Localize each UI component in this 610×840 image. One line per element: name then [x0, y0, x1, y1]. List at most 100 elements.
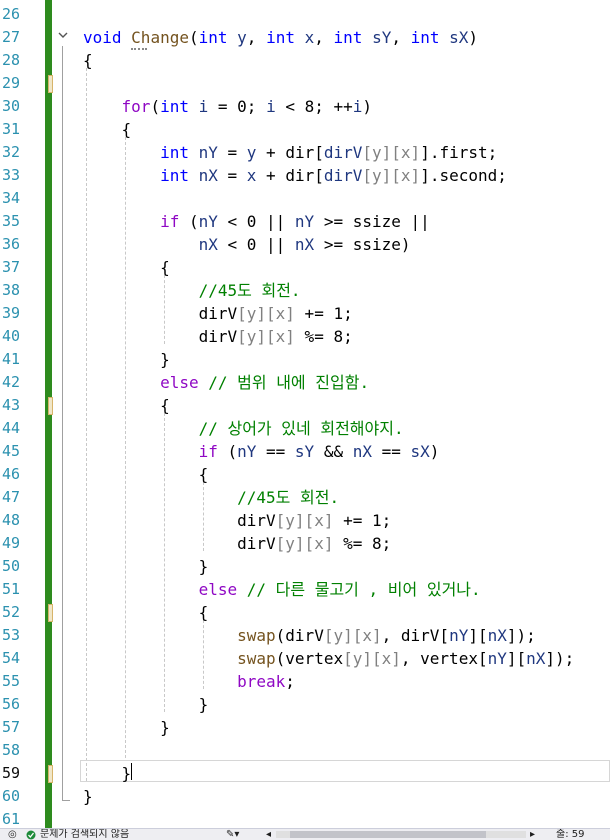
line-number: 31 [1, 120, 20, 138]
code-line[interactable]: 57 } [0, 716, 610, 739]
code-line[interactable]: 33 int nX = x + dir[dirV[y][x]].second; [0, 164, 610, 187]
line-code[interactable]: { [83, 601, 209, 624]
code-token: { [83, 258, 170, 277]
line-code[interactable]: swap(vertex[y][x], vertex[nY][nX]); [83, 647, 574, 670]
line-code[interactable]: nX < 0 || nX >= ssize) [83, 233, 411, 256]
code-token: } [83, 350, 170, 369]
code-line[interactable]: 55 break; [0, 670, 610, 693]
code-line[interactable]: 36 nX < 0 || nX >= ssize) [0, 233, 610, 256]
code-line[interactable]: 48 dirV[y][x] += 1; [0, 509, 610, 532]
code-editor[interactable]: 26 27 void Change(int y, int x, int sY, in… [0, 0, 610, 828]
line-code[interactable]: dirV[y][x] += 1; [83, 302, 353, 325]
code-token: i [266, 97, 276, 116]
line-code[interactable]: { [83, 256, 170, 279]
code-token: break [237, 672, 286, 691]
code-line[interactable]: 32 int nY = y + dir[dirV[y][x]].first; [0, 141, 610, 164]
code-token: ][ [506, 649, 527, 668]
code-line[interactable]: 47 //45도 회전. [0, 486, 610, 509]
line-code[interactable]: if (nY < 0 || nY >= ssize || [83, 210, 430, 233]
code-token: int [333, 28, 363, 47]
line-number: 56 [1, 695, 20, 713]
line-code[interactable]: int nX = x + dir[dirV[y][x]].second; [83, 164, 507, 187]
horizontal-scrollbar[interactable] [276, 831, 526, 838]
line-code[interactable]: //45도 회전. [83, 279, 301, 302]
line-code[interactable]: void Change(int y, int x, int sY, int sX… [83, 26, 478, 49]
issues-status-text[interactable]: 문제가 검색되지 않음 [40, 829, 129, 840]
line-code[interactable]: { [83, 394, 170, 417]
line-code[interactable]: int nY = y + dir[dirV[y][x]].first; [83, 141, 497, 164]
code-line[interactable]: 54 swap(vertex[y][x], vertex[nY][nX]); [0, 647, 610, 670]
scrollbar-thumb[interactable] [290, 831, 486, 838]
code-line[interactable]: 30 for(int i = 0; i < 8; ++i) [0, 95, 610, 118]
line-code[interactable]: } [83, 785, 93, 808]
code-token: ) [468, 28, 479, 47]
code-token: i [352, 97, 363, 116]
code-line[interactable]: 59 } [0, 762, 610, 785]
code-line[interactable]: 41 } [0, 348, 610, 371]
line-code[interactable]: } [83, 716, 170, 739]
line-code[interactable]: if (nY == sY && nX == sX) [83, 440, 440, 463]
line-code[interactable]: else // 범위 내에 진입함. [83, 371, 369, 394]
code-token: += 1; [333, 511, 392, 530]
code-line[interactable]: 42 else // 범위 내에 진입함. [0, 371, 610, 394]
error-list-icon[interactable]: ◎ [8, 829, 17, 840]
line-code[interactable]: break; [83, 670, 295, 693]
scroll-left-icon[interactable]: ◂ [266, 829, 271, 840]
code-line[interactable]: 51 else // 다른 물고기 , 비어 있거나. [0, 578, 610, 601]
code-line[interactable]: 45 if (nY == sY && nX == sX) [0, 440, 610, 463]
code-line[interactable]: 28 { [0, 49, 610, 72]
code-cleanup-icon[interactable]: ✎▾ [226, 829, 239, 840]
code-line[interactable]: 40 dirV[y][x] %= 8; [0, 325, 610, 348]
code-line[interactable]: 34 [0, 187, 610, 210]
line-code[interactable]: } [83, 348, 170, 371]
line-number: 39 [1, 304, 20, 322]
code-line[interactable]: 60} [0, 785, 610, 808]
line-code[interactable]: { [83, 463, 209, 486]
status-check-icon [26, 829, 40, 840]
line-code[interactable]: else // 다른 물고기 , 비어 있거나. [83, 578, 481, 601]
scroll-right-icon[interactable]: ▸ [530, 829, 535, 840]
code-line[interactable]: 52 { [0, 601, 610, 624]
line-number: 30 [1, 97, 20, 115]
code-token: nY [198, 143, 218, 162]
code-line[interactable]: 27 void Change(int y, int x, int sY, int … [0, 26, 610, 49]
code-line[interactable]: 35 if (nY < 0 || nY >= ssize || [0, 210, 610, 233]
code-line[interactable]: 37 { [0, 256, 610, 279]
code-token: (dirV [275, 626, 324, 645]
code-line[interactable]: 38 //45도 회전. [0, 279, 610, 302]
line-number: 49 [1, 534, 20, 552]
code-line[interactable]: 49 dirV[y][x] %= 8; [0, 532, 610, 555]
line-code[interactable]: for(int i = 0; i < 8; ++i) [83, 95, 373, 118]
line-code[interactable]: //45도 회전. [83, 486, 339, 509]
line-code[interactable]: { [83, 118, 132, 141]
line-code[interactable]: } [83, 693, 209, 716]
code-line[interactable]: 56 } [0, 693, 610, 716]
code-line[interactable]: 31 { [0, 118, 610, 141]
code-line[interactable]: 58 [0, 739, 610, 762]
code-line[interactable]: 44 // 상어가 있네 회전해야지. [0, 417, 610, 440]
code-token: = 0; [208, 97, 267, 116]
line-indicator: 줄: 59 [556, 829, 585, 840]
line-code[interactable]: } [83, 762, 132, 785]
code-line[interactable]: 39 dirV[y][x] += 1; [0, 302, 610, 325]
code-line[interactable]: 50 } [0, 555, 610, 578]
line-code[interactable]: // 상어가 있네 회전해야지. [83, 417, 404, 440]
line-code[interactable]: } [83, 555, 209, 578]
code-line[interactable]: 53 swap(dirV[y][x], dirV[nY][nX]); [0, 624, 610, 647]
line-code[interactable]: swap(dirV[y][x], dirV[nY][nX]); [83, 624, 536, 647]
line-code[interactable]: dirV[y][x] %= 8; [83, 325, 353, 348]
line-code[interactable]: { [83, 49, 93, 72]
code-token: //45도 회전. [237, 488, 340, 507]
line-code[interactable]: dirV[y][x] %= 8; [83, 532, 391, 555]
code-line[interactable]: 26 [0, 3, 610, 26]
code-token: } [83, 718, 170, 737]
code-line[interactable]: 61 [0, 808, 610, 828]
code-line[interactable]: 43 { [0, 394, 610, 417]
code-line[interactable]: 29 [0, 72, 610, 95]
line-code[interactable]: dirV[y][x] += 1; [83, 509, 391, 532]
code-line[interactable]: 46 { [0, 463, 610, 486]
line-number: 54 [1, 649, 20, 667]
